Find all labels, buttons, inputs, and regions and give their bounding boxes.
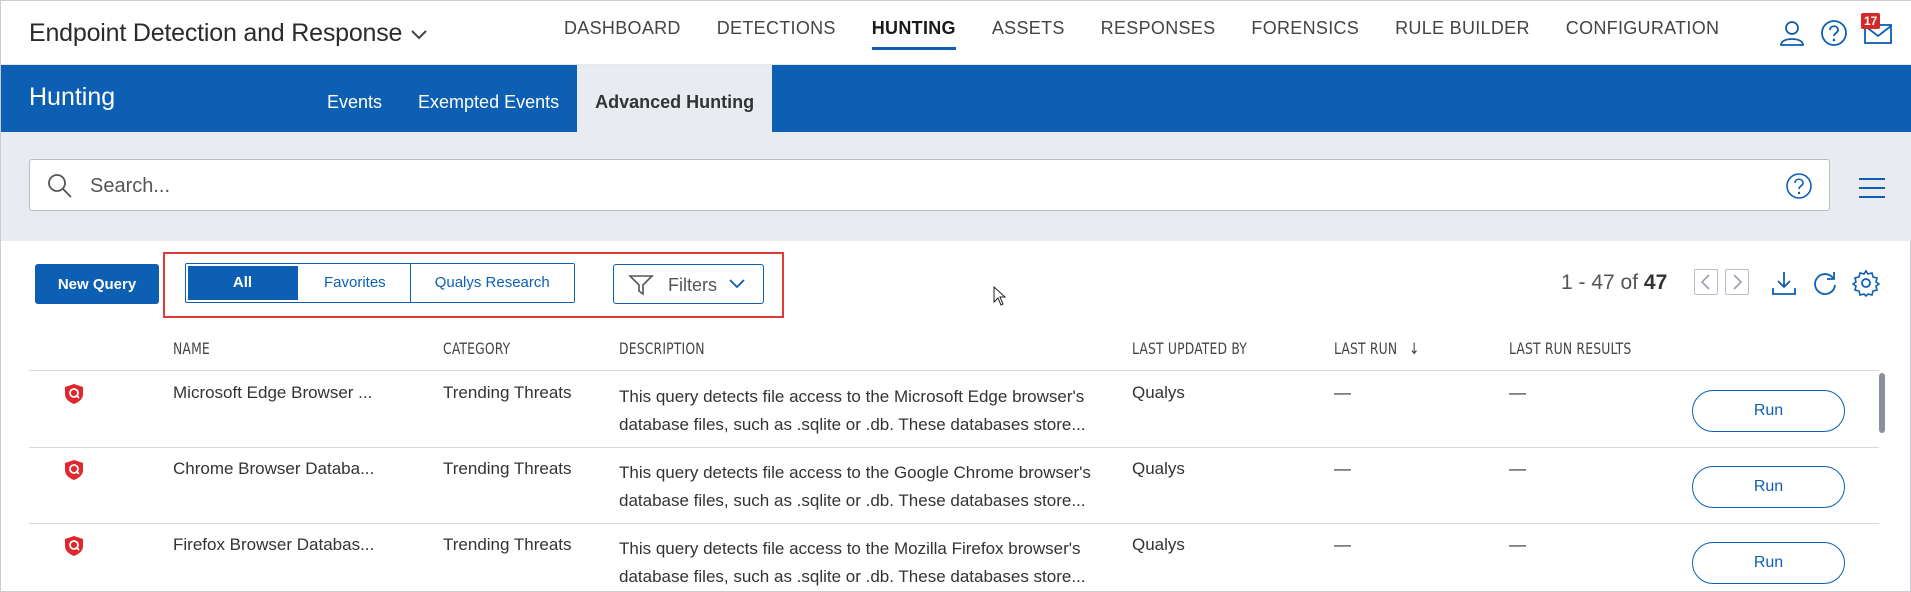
- description-line-1: This query detects file access to the Mo…: [619, 539, 1081, 558]
- query-description: This query detects file access to the Mi…: [619, 383, 1129, 439]
- chevron-left-icon: [1700, 274, 1710, 290]
- nav-rule-builder[interactable]: RULE BUILDER: [1377, 1, 1548, 65]
- table-row[interactable]: Microsoft Edge Browser ... Trending Thre…: [29, 372, 1879, 448]
- qualys-shield-icon: [65, 460, 83, 480]
- top-bar: Endpoint Detection and Response DASHBOAR…: [1, 1, 1911, 65]
- notification-badge: 17: [1861, 13, 1881, 29]
- next-page-button[interactable]: [1725, 269, 1749, 295]
- segment-all[interactable]: All: [188, 266, 298, 300]
- section-title: Hunting: [29, 83, 116, 111]
- search-band: [1, 132, 1911, 241]
- query-description: This query detects file access to the Mo…: [619, 535, 1129, 591]
- column-header-description[interactable]: DESCRIPTION: [619, 339, 705, 358]
- sub-tabs: Events Exempted Events Advanced Hunting: [309, 65, 773, 132]
- nav-responses[interactable]: RESPONSES: [1083, 1, 1234, 65]
- description-line-2: database files, such as .sqlite or .db. …: [619, 415, 1086, 434]
- prev-page-button[interactable]: [1694, 269, 1718, 295]
- chevron-down-icon[interactable]: [407, 22, 431, 46]
- query-name[interactable]: Firefox Browser Databas...: [173, 535, 374, 555]
- query-name[interactable]: Microsoft Edge Browser ...: [173, 383, 372, 403]
- pagination-range: 1 - 47 of: [1561, 271, 1639, 294]
- filter-funnel-icon: [628, 275, 654, 296]
- query-category: Trending Threats: [443, 459, 572, 478]
- search-icon: [48, 174, 72, 198]
- mouse-pointer-icon: [993, 286, 1007, 306]
- last-run-results: —: [1509, 383, 1526, 402]
- description-line-1: This query detects file access to the Go…: [619, 463, 1091, 482]
- nav-configuration[interactable]: CONFIGURATION: [1548, 1, 1738, 65]
- last-run: —: [1334, 459, 1351, 478]
- tab-advanced-hunting[interactable]: Advanced Hunting: [577, 65, 773, 132]
- description-line-2: database files, such as .sqlite or .db. …: [619, 567, 1086, 586]
- query-scope-segmented-control: All Favorites Qualys Research: [185, 263, 575, 303]
- description-line-2: database files, such as .sqlite or .db. …: [619, 491, 1086, 510]
- search-box: [29, 159, 1830, 211]
- qualys-shield-icon: [65, 384, 83, 404]
- pagination-total: 47: [1643, 271, 1668, 294]
- last-updated-by: Qualys: [1132, 383, 1185, 402]
- chevron-down-icon: [729, 279, 745, 289]
- table-header: NAME CATEGORY DESCRIPTION LAST UPDATED B…: [29, 333, 1879, 371]
- nav-assets[interactable]: ASSETS: [974, 1, 1083, 65]
- column-header-last-updated-by[interactable]: LAST UPDATED BY: [1132, 339, 1247, 358]
- query-category: Trending Threats: [443, 535, 572, 554]
- search-help-icon[interactable]: [1785, 172, 1813, 200]
- column-header-name[interactable]: NAME: [173, 339, 210, 358]
- segment-favorites[interactable]: Favorites: [300, 264, 411, 302]
- table-scrollbar[interactable]: [1879, 373, 1885, 433]
- table-row[interactable]: Firefox Browser Databas... Trending Thre…: [29, 524, 1879, 592]
- last-run: —: [1334, 535, 1351, 554]
- nav-dashboard[interactable]: DASHBOARD: [546, 1, 699, 65]
- section-header: Hunting Events Exempted Events Advanced …: [1, 65, 1911, 132]
- table-row[interactable]: Chrome Browser Databa... Trending Threat…: [29, 448, 1879, 524]
- run-button[interactable]: Run: [1692, 390, 1845, 432]
- filters-dropdown[interactable]: Filters: [613, 264, 764, 304]
- pagination-info: 1 - 47 of 47: [1561, 271, 1667, 295]
- chevron-right-icon: [1733, 274, 1743, 290]
- nav-detections[interactable]: DETECTIONS: [699, 1, 854, 65]
- help-icon[interactable]: [1819, 18, 1849, 48]
- query-category: Trending Threats: [443, 383, 572, 402]
- column-header-last-run[interactable]: LAST RUN: [1334, 339, 1397, 358]
- filters-label: Filters: [668, 275, 717, 295]
- query-description: This query detects file access to the Go…: [619, 459, 1129, 515]
- last-run-results: —: [1509, 535, 1526, 554]
- query-name[interactable]: Chrome Browser Databa...: [173, 459, 374, 479]
- search-input[interactable]: [90, 172, 1690, 200]
- hamburger-menu-icon[interactable]: [1857, 175, 1887, 201]
- last-run: —: [1334, 383, 1351, 402]
- column-header-category[interactable]: CATEGORY: [443, 339, 510, 358]
- column-header-last-run-results[interactable]: LAST RUN RESULTS: [1509, 339, 1631, 358]
- main-nav: DASHBOARD DETECTIONS HUNTING ASSETS RESP…: [546, 1, 1737, 65]
- sort-descending-icon[interactable]: ↓: [1409, 339, 1420, 358]
- run-button[interactable]: Run: [1692, 466, 1845, 508]
- run-button[interactable]: Run: [1692, 542, 1845, 584]
- last-updated-by: Qualys: [1132, 535, 1185, 554]
- last-run-results: —: [1509, 459, 1526, 478]
- segment-qualys-research[interactable]: Qualys Research: [410, 264, 574, 302]
- tab-events[interactable]: Events: [309, 65, 400, 132]
- app-title: Endpoint Detection and Response: [29, 19, 403, 47]
- download-icon[interactable]: [1770, 269, 1798, 297]
- description-line-1: This query detects file access to the Mi…: [619, 387, 1085, 406]
- nav-forensics[interactable]: FORENSICS: [1233, 1, 1377, 65]
- tab-exempted-events[interactable]: Exempted Events: [400, 65, 577, 132]
- nav-hunting[interactable]: HUNTING: [854, 1, 974, 65]
- settings-gear-icon[interactable]: [1852, 269, 1880, 297]
- new-query-button[interactable]: New Query: [35, 264, 159, 304]
- refresh-icon[interactable]: [1811, 269, 1839, 297]
- user-icon[interactable]: [1777, 18, 1807, 48]
- last-updated-by: Qualys: [1132, 459, 1185, 478]
- qualys-shield-icon: [65, 536, 83, 556]
